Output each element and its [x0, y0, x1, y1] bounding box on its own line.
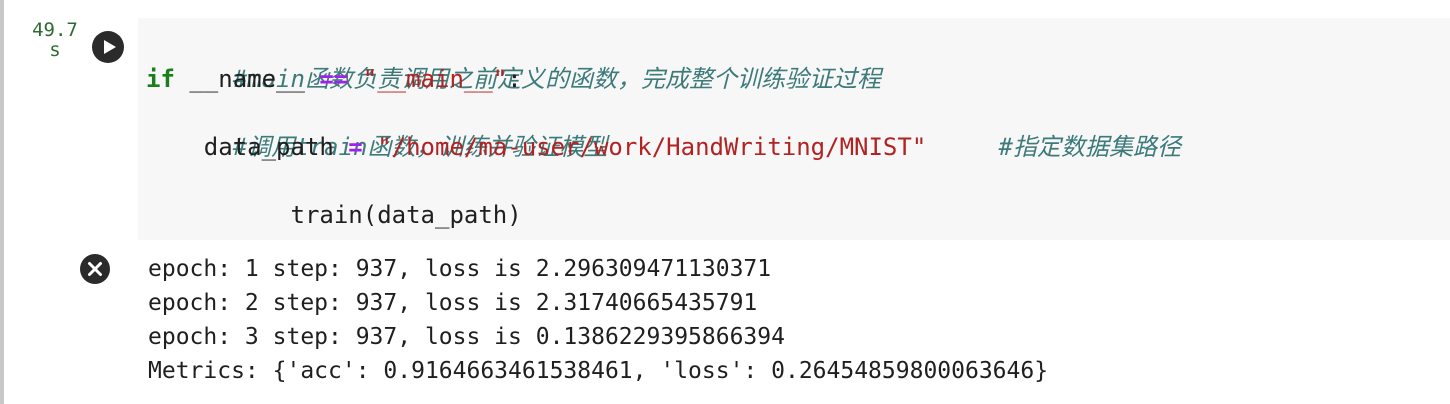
clear-output-icon[interactable]	[80, 254, 110, 284]
output-line: epoch: 3 step: 937, loss is 0.1386229395…	[148, 324, 785, 350]
cell-focus-border	[0, 0, 4, 404]
code-comment: #指定数据集路径	[998, 133, 1181, 161]
execution-time: 49.7 s	[32, 19, 78, 61]
main-string: "__main__"	[348, 65, 508, 93]
code-line-4: data_path = "/home/ma-user/work/HandWrit…	[146, 130, 1181, 164]
code-editor[interactable]: #main函数负责调用之前定义的函数，完成整个训练验证过程 if __name_…	[138, 18, 1450, 240]
output-line: epoch: 1 step: 937, loss is 2.2963094711…	[148, 256, 772, 282]
play-icon	[104, 40, 116, 54]
notebook-cell: 49.7 s #main函数负责调用之前定义的函数，完成整个训练验证过程 if …	[0, 0, 1450, 404]
assign-operator: =	[348, 133, 363, 161]
run-cell-button[interactable]	[92, 31, 124, 63]
cell-output: epoch: 1 step: 937, loss is 2.2963094711…	[148, 252, 1048, 388]
output-line: epoch: 2 step: 937, loss is 2.3174066543…	[148, 290, 758, 316]
output-line: Metrics: {'acc': 0.9164663461538461, 'lo…	[148, 358, 1049, 384]
keyword-if: if	[146, 65, 175, 93]
close-icon	[88, 262, 102, 276]
colon: :	[507, 65, 522, 93]
equality-operator: ==	[319, 65, 349, 93]
code-line-5: train(data_path)	[146, 164, 522, 266]
data-path-variable: data_path	[146, 133, 349, 161]
train-call: train(data_path)	[232, 201, 522, 229]
name-variable: __name__	[174, 65, 320, 93]
path-string: "/home/ma-user/work/HandWriting/MNIST"	[362, 133, 927, 161]
code-line-2: if __name__ == "__main__":	[146, 62, 522, 96]
